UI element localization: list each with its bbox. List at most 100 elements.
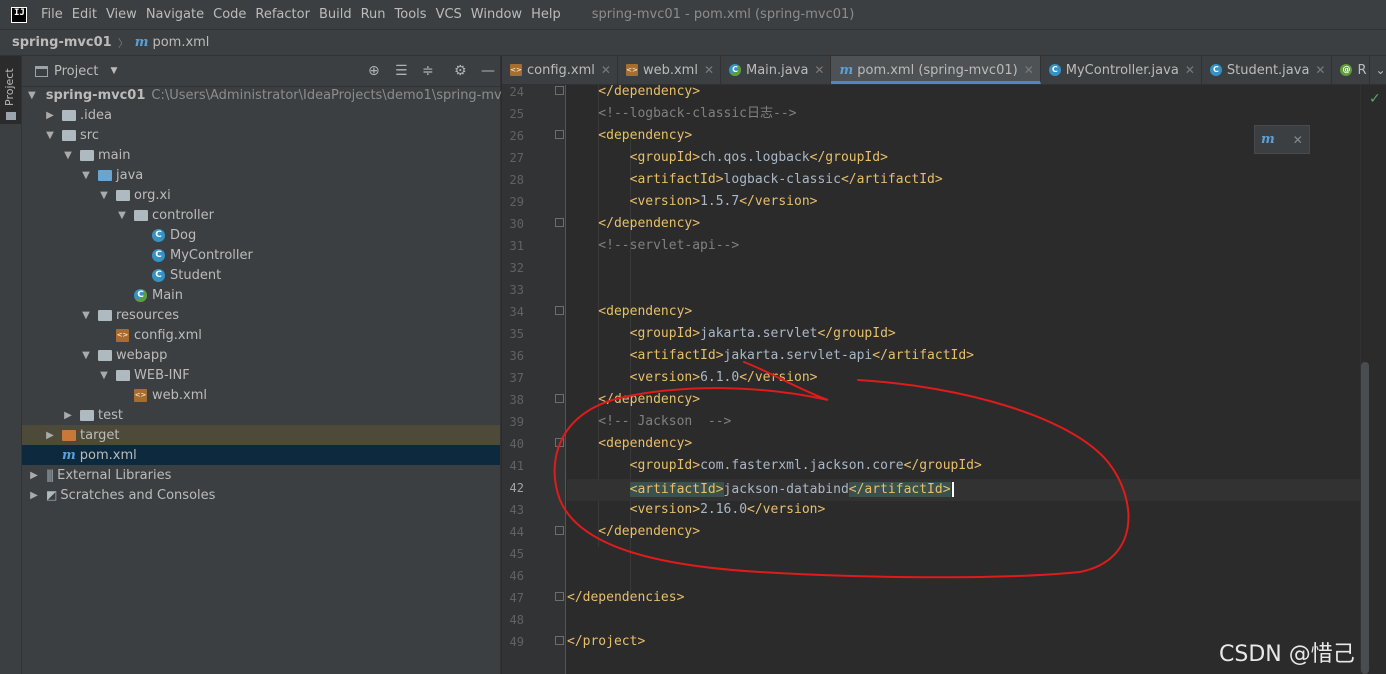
- chevron-down-icon[interactable]: ▼: [28, 90, 36, 101]
- line-number: 49: [509, 635, 524, 649]
- editor-tab-bar: <> config.xml ✕ <> web.xml ✕ C Main.java…: [502, 56, 1386, 85]
- menu-refactor[interactable]: Refactor: [255, 7, 310, 22]
- chevron-right-icon[interactable]: ▶: [28, 490, 40, 501]
- fold-marker-icon[interactable]: [555, 592, 564, 601]
- chevron-down-icon[interactable]: ▼: [62, 150, 74, 161]
- gear-icon[interactable]: ⚙: [454, 63, 467, 79]
- menu-code[interactable]: Code: [213, 7, 246, 22]
- tree-item-label: Scratches and Consoles: [60, 487, 216, 503]
- code-text: jakarta.servlet: [700, 326, 818, 341]
- chevron-down-icon[interactable]: ▼: [44, 130, 56, 141]
- tree-item-controller[interactable]: ▼ controller: [22, 205, 500, 225]
- locate-icon[interactable]: ⊕: [368, 63, 380, 79]
- close-icon[interactable]: ✕: [814, 63, 824, 77]
- fold-marker-icon[interactable]: [555, 526, 564, 535]
- chevron-right-icon[interactable]: ▶: [62, 410, 74, 421]
- tree-item-main[interactable]: ▼ main: [22, 145, 500, 165]
- menu-navigate[interactable]: Navigate: [146, 7, 204, 22]
- menu-run[interactable]: Run: [361, 7, 386, 22]
- close-icon[interactable]: ✕: [704, 63, 714, 77]
- menu-tools[interactable]: Tools: [395, 7, 427, 22]
- fold-marker-icon[interactable]: [555, 218, 564, 227]
- chevron-down-icon[interactable]: ▼: [110, 66, 117, 76]
- fold-marker-icon[interactable]: [555, 130, 564, 139]
- tree-item-external-libraries[interactable]: ▶ ||| External Libraries: [22, 465, 500, 485]
- tree-item-dog[interactable]: C Dog: [22, 225, 500, 245]
- fold-marker-icon[interactable]: [555, 306, 564, 315]
- check-icon: ✓: [1369, 91, 1381, 107]
- tree-item-scratches[interactable]: ▶ ◩ Scratches and Consoles: [22, 485, 500, 505]
- tree-item-mycontroller[interactable]: C MyController: [22, 245, 500, 265]
- code-tag: </version>: [739, 370, 818, 385]
- tab-r[interactable]: @ R: [1332, 56, 1370, 84]
- package-icon: [116, 189, 130, 201]
- close-icon[interactable]: ✕: [1293, 133, 1303, 147]
- chevron-down-icon[interactable]: ▼: [98, 190, 110, 201]
- code-line: <!--logback-classic日志-->: [567, 105, 796, 127]
- tree-item-project-root[interactable]: ▼ spring-mvc01 C:\Users\Administrator\Id…: [22, 85, 525, 105]
- menu-vcs[interactable]: VCS: [436, 7, 462, 22]
- code-tag: </artifactId>: [848, 482, 951, 497]
- line-number: 37: [509, 371, 524, 385]
- tab-config-xml[interactable]: <> config.xml ✕: [502, 56, 618, 84]
- tree-item-src[interactable]: ▼ src: [22, 125, 500, 145]
- chevron-right-icon[interactable]: ▶: [44, 430, 56, 441]
- tree-item-idea[interactable]: ▶ .idea: [22, 105, 500, 125]
- breadcrumb-file[interactable]: pom.xml: [152, 35, 209, 50]
- breadcrumb-project[interactable]: spring-mvc01: [12, 35, 112, 50]
- chevron-right-icon[interactable]: ▶: [44, 110, 56, 121]
- chevron-down-icon[interactable]: ▼: [80, 310, 92, 321]
- close-icon[interactable]: ✕: [1315, 63, 1325, 77]
- chevron-right-icon[interactable]: ▶: [28, 470, 40, 481]
- maven-reload-icon[interactable]: m: [1261, 132, 1275, 147]
- tree-item-pom-xml[interactable]: m pom.xml: [22, 445, 500, 465]
- fold-marker-icon[interactable]: [555, 86, 564, 95]
- fold-marker-icon[interactable]: [555, 438, 564, 447]
- tree-item-java[interactable]: ▼ java: [22, 165, 500, 185]
- menu-view[interactable]: View: [106, 7, 137, 22]
- collapse-all-icon[interactable]: ≑: [422, 63, 434, 79]
- chevron-down-icon[interactable]: ▼: [116, 210, 128, 221]
- code-text: jakarta.servlet-api: [723, 348, 873, 363]
- close-icon[interactable]: ✕: [601, 63, 611, 77]
- tree-item-target[interactable]: ▶ target: [22, 425, 500, 445]
- chevron-down-icon[interactable]: ⌄: [1376, 63, 1386, 77]
- tab-student-java[interactable]: C Student.java ✕: [1202, 56, 1333, 84]
- menu-help[interactable]: Help: [531, 7, 561, 22]
- menu-file[interactable]: File: [41, 7, 63, 22]
- close-icon[interactable]: ✕: [1024, 63, 1034, 77]
- menu-window[interactable]: Window: [471, 7, 522, 22]
- tree-item-resources[interactable]: ▼ resources: [22, 305, 500, 325]
- minimize-icon[interactable]: —: [481, 63, 495, 79]
- code-editor[interactable]: </dependency> <!--logback-classic日志--> <…: [567, 85, 1360, 674]
- tree-item-web-xml[interactable]: <> web.xml: [22, 385, 500, 405]
- tree-item-test[interactable]: ▶ test: [22, 405, 500, 425]
- close-icon[interactable]: ✕: [1185, 63, 1195, 77]
- line-number: 43: [509, 503, 524, 517]
- code-tag: <version>: [567, 370, 701, 385]
- fold-marker-icon[interactable]: [555, 394, 564, 403]
- tree-item-web-inf[interactable]: ▼ WEB-INF: [22, 365, 500, 385]
- chevron-down-icon[interactable]: ▼: [98, 370, 110, 381]
- tree-item-main-class[interactable]: C Main: [22, 285, 500, 305]
- tab-main-java[interactable]: C Main.java ✕: [721, 56, 832, 84]
- menu-bar: IJ File Edit View Navigate Code Refactor…: [0, 0, 1386, 29]
- tree-item-config-xml[interactable]: <> config.xml: [22, 325, 500, 345]
- editor-scrollbar[interactable]: ✓: [1360, 85, 1386, 674]
- chevron-down-icon[interactable]: ▼: [80, 350, 92, 361]
- scrollbar-thumb[interactable]: [1361, 362, 1369, 674]
- project-panel-title[interactable]: Project: [54, 64, 98, 79]
- fold-marker-icon[interactable]: [555, 636, 564, 645]
- expand-all-icon[interactable]: ☰: [395, 63, 408, 79]
- tab-pom-xml[interactable]: m pom.xml (spring-mvc01) ✕: [831, 56, 1041, 84]
- tree-item-webapp[interactable]: ▼ webapp: [22, 345, 500, 365]
- tab-mycontroller-java[interactable]: C MyController.java ✕: [1041, 56, 1202, 84]
- menu-build[interactable]: Build: [319, 7, 352, 22]
- tree-item-org-xi[interactable]: ▼ org.xi: [22, 185, 500, 205]
- chevron-down-icon[interactable]: ▼: [80, 170, 92, 181]
- tab-web-xml[interactable]: <> web.xml ✕: [618, 56, 721, 84]
- line-number: 47: [509, 591, 524, 605]
- tree-item-student[interactable]: C Student: [22, 265, 500, 285]
- menu-edit[interactable]: Edit: [72, 7, 97, 22]
- project-tool-button[interactable]: Project: [0, 56, 21, 124]
